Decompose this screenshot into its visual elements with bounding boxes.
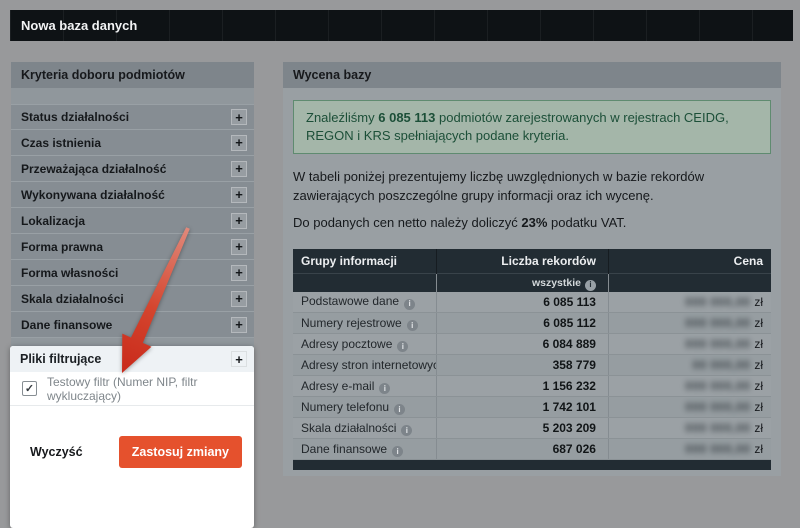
expand-plus-icon[interactable]: +	[231, 351, 247, 367]
results-summary-alert: Znaleźliśmy 6 085 113 podmiotów zarejest…	[293, 100, 771, 154]
accordion-item-wykonywana-dzialalnosc[interactable]: Wykonywana działalność +	[11, 182, 254, 208]
accordion-item-czas-istnienia[interactable]: Czas istnienia +	[11, 130, 254, 156]
accordion-item-pliki-filtrujace[interactable]: Pliki filtrujące +	[10, 346, 254, 372]
valuation-panel-header: Wycena bazy	[283, 62, 781, 88]
top-bar: Nowa baza danych	[10, 10, 793, 41]
table-row: Adresy stron internetowychi 358 779 00 0…	[293, 355, 771, 376]
valuation-panel-title: Wycena bazy	[293, 68, 371, 82]
expand-plus-icon[interactable]: +	[231, 291, 247, 307]
page-title: Nowa baza danych	[21, 18, 137, 33]
expand-plus-icon[interactable]: +	[231, 213, 247, 229]
accordion-item-status-dzialalnosci[interactable]: Status działalności +	[11, 104, 254, 130]
col-header-groups: Grupy informacji	[293, 249, 436, 274]
criteria-panel: Kryteria doboru podmiotów Status działal…	[11, 62, 254, 476]
info-icon[interactable]: i	[401, 425, 412, 436]
table-row: Numery telefonui 1 742 101 000 000,00zł	[293, 397, 771, 418]
info-icon[interactable]: i	[407, 320, 418, 331]
filter-actions: Wyczyść Zastosuj zmiany	[10, 422, 254, 482]
masked-price: 000 000,00	[685, 295, 750, 309]
info-icon[interactable]: i	[397, 341, 408, 352]
expand-plus-icon[interactable]: +	[231, 161, 247, 177]
table-row: Skala działalnościi 5 203 209 000 000,00…	[293, 418, 771, 439]
masked-price: 000 000,00	[685, 379, 750, 393]
expand-plus-icon[interactable]: +	[231, 317, 247, 333]
accordion-item-dane-finansowe[interactable]: Dane finansowe +	[11, 312, 254, 338]
masked-price: 00 000,00	[692, 358, 750, 372]
masked-price: 000 000,00	[685, 421, 750, 435]
table-footer-strip	[293, 460, 771, 470]
col-header-price: Cena	[608, 249, 771, 274]
accordion-item-lokalizacja[interactable]: Lokalizacja +	[11, 208, 254, 234]
expand-plus-icon[interactable]: +	[231, 239, 247, 255]
masked-price: 000 000,00	[685, 442, 750, 456]
criteria-panel-title: Kryteria doboru podmiotów	[21, 68, 185, 82]
criteria-accordion: Status działalności + Czas istnienia + P…	[11, 104, 254, 338]
table-row: Adresy pocztowei 6 084 889 000 000,00zł	[293, 334, 771, 355]
accordion-item-forma-prawna[interactable]: Forma prawna +	[11, 234, 254, 260]
expand-plus-icon[interactable]: +	[231, 135, 247, 151]
info-icon[interactable]: i	[379, 383, 390, 394]
masked-price: 000 000,00	[685, 337, 750, 351]
pricing-table-header-row: Grupy informacji Liczba rekordów Cena	[293, 249, 771, 274]
test-filter-row: ✓ Testowy filtr (Numer NIP, filtr wykluc…	[10, 372, 254, 406]
info-icon[interactable]: i	[392, 446, 403, 457]
clear-filters-button[interactable]: Wyczyść	[30, 445, 83, 459]
pricing-table-subheader-row: wszystkie i	[293, 274, 771, 292]
pricing-table: Grupy informacji Liczba rekordów Cena ws…	[293, 249, 771, 461]
col-header-records: Liczba rekordów	[436, 249, 608, 274]
test-filter-label: Testowy filtr (Numer NIP, filtr wyklucza…	[47, 375, 254, 403]
table-row: Numery rejestrowei 6 085 112 000 000,00z…	[293, 313, 771, 334]
table-row: Dane finansowei 687 026 000 000,00zł	[293, 439, 771, 460]
accordion-item-przewazajaca-dzialalnosc[interactable]: Przeważająca działalność +	[11, 156, 254, 182]
table-description-text: W tabeli poniżej prezentujemy liczbę uwz…	[293, 168, 771, 206]
masked-price: 000 000,00	[685, 316, 750, 330]
info-icon[interactable]: i	[585, 280, 596, 291]
results-count: 6 085 113	[378, 110, 435, 125]
info-icon[interactable]: i	[394, 404, 405, 415]
expand-plus-icon[interactable]: +	[231, 187, 247, 203]
vat-note-text: Do podanych cen netto należy doliczyć 23…	[293, 214, 771, 233]
subheader-all-label: wszystkie	[532, 277, 581, 289]
info-icon[interactable]: i	[404, 299, 415, 310]
accordion-item-skala-dzialalnosci[interactable]: Skala działalności +	[11, 286, 254, 312]
valuation-content: Znaleźliśmy 6 085 113 podmiotów zarejest…	[283, 88, 781, 470]
table-row: Podstawowe danei 6 085 113 000 000,00zł	[293, 292, 771, 313]
criteria-panel-header: Kryteria doboru podmiotów	[11, 62, 254, 88]
table-row: Adresy e-maili 1 156 232 000 000,00zł	[293, 376, 771, 397]
expand-plus-icon[interactable]: +	[231, 265, 247, 281]
apply-changes-button[interactable]: Zastosuj zmiany	[119, 436, 242, 468]
filter-files-card: Pliki filtrujące + ✓ Testowy filtr (Nume…	[10, 346, 254, 528]
masked-price: 000 000,00	[685, 400, 750, 414]
expand-plus-icon[interactable]: +	[231, 109, 247, 125]
valuation-panel: Wycena bazy Znaleźliśmy 6 085 113 podmio…	[283, 62, 781, 476]
test-filter-checkbox[interactable]: ✓	[22, 381, 37, 396]
accordion-item-forma-wlasnosci[interactable]: Forma własności +	[11, 260, 254, 286]
